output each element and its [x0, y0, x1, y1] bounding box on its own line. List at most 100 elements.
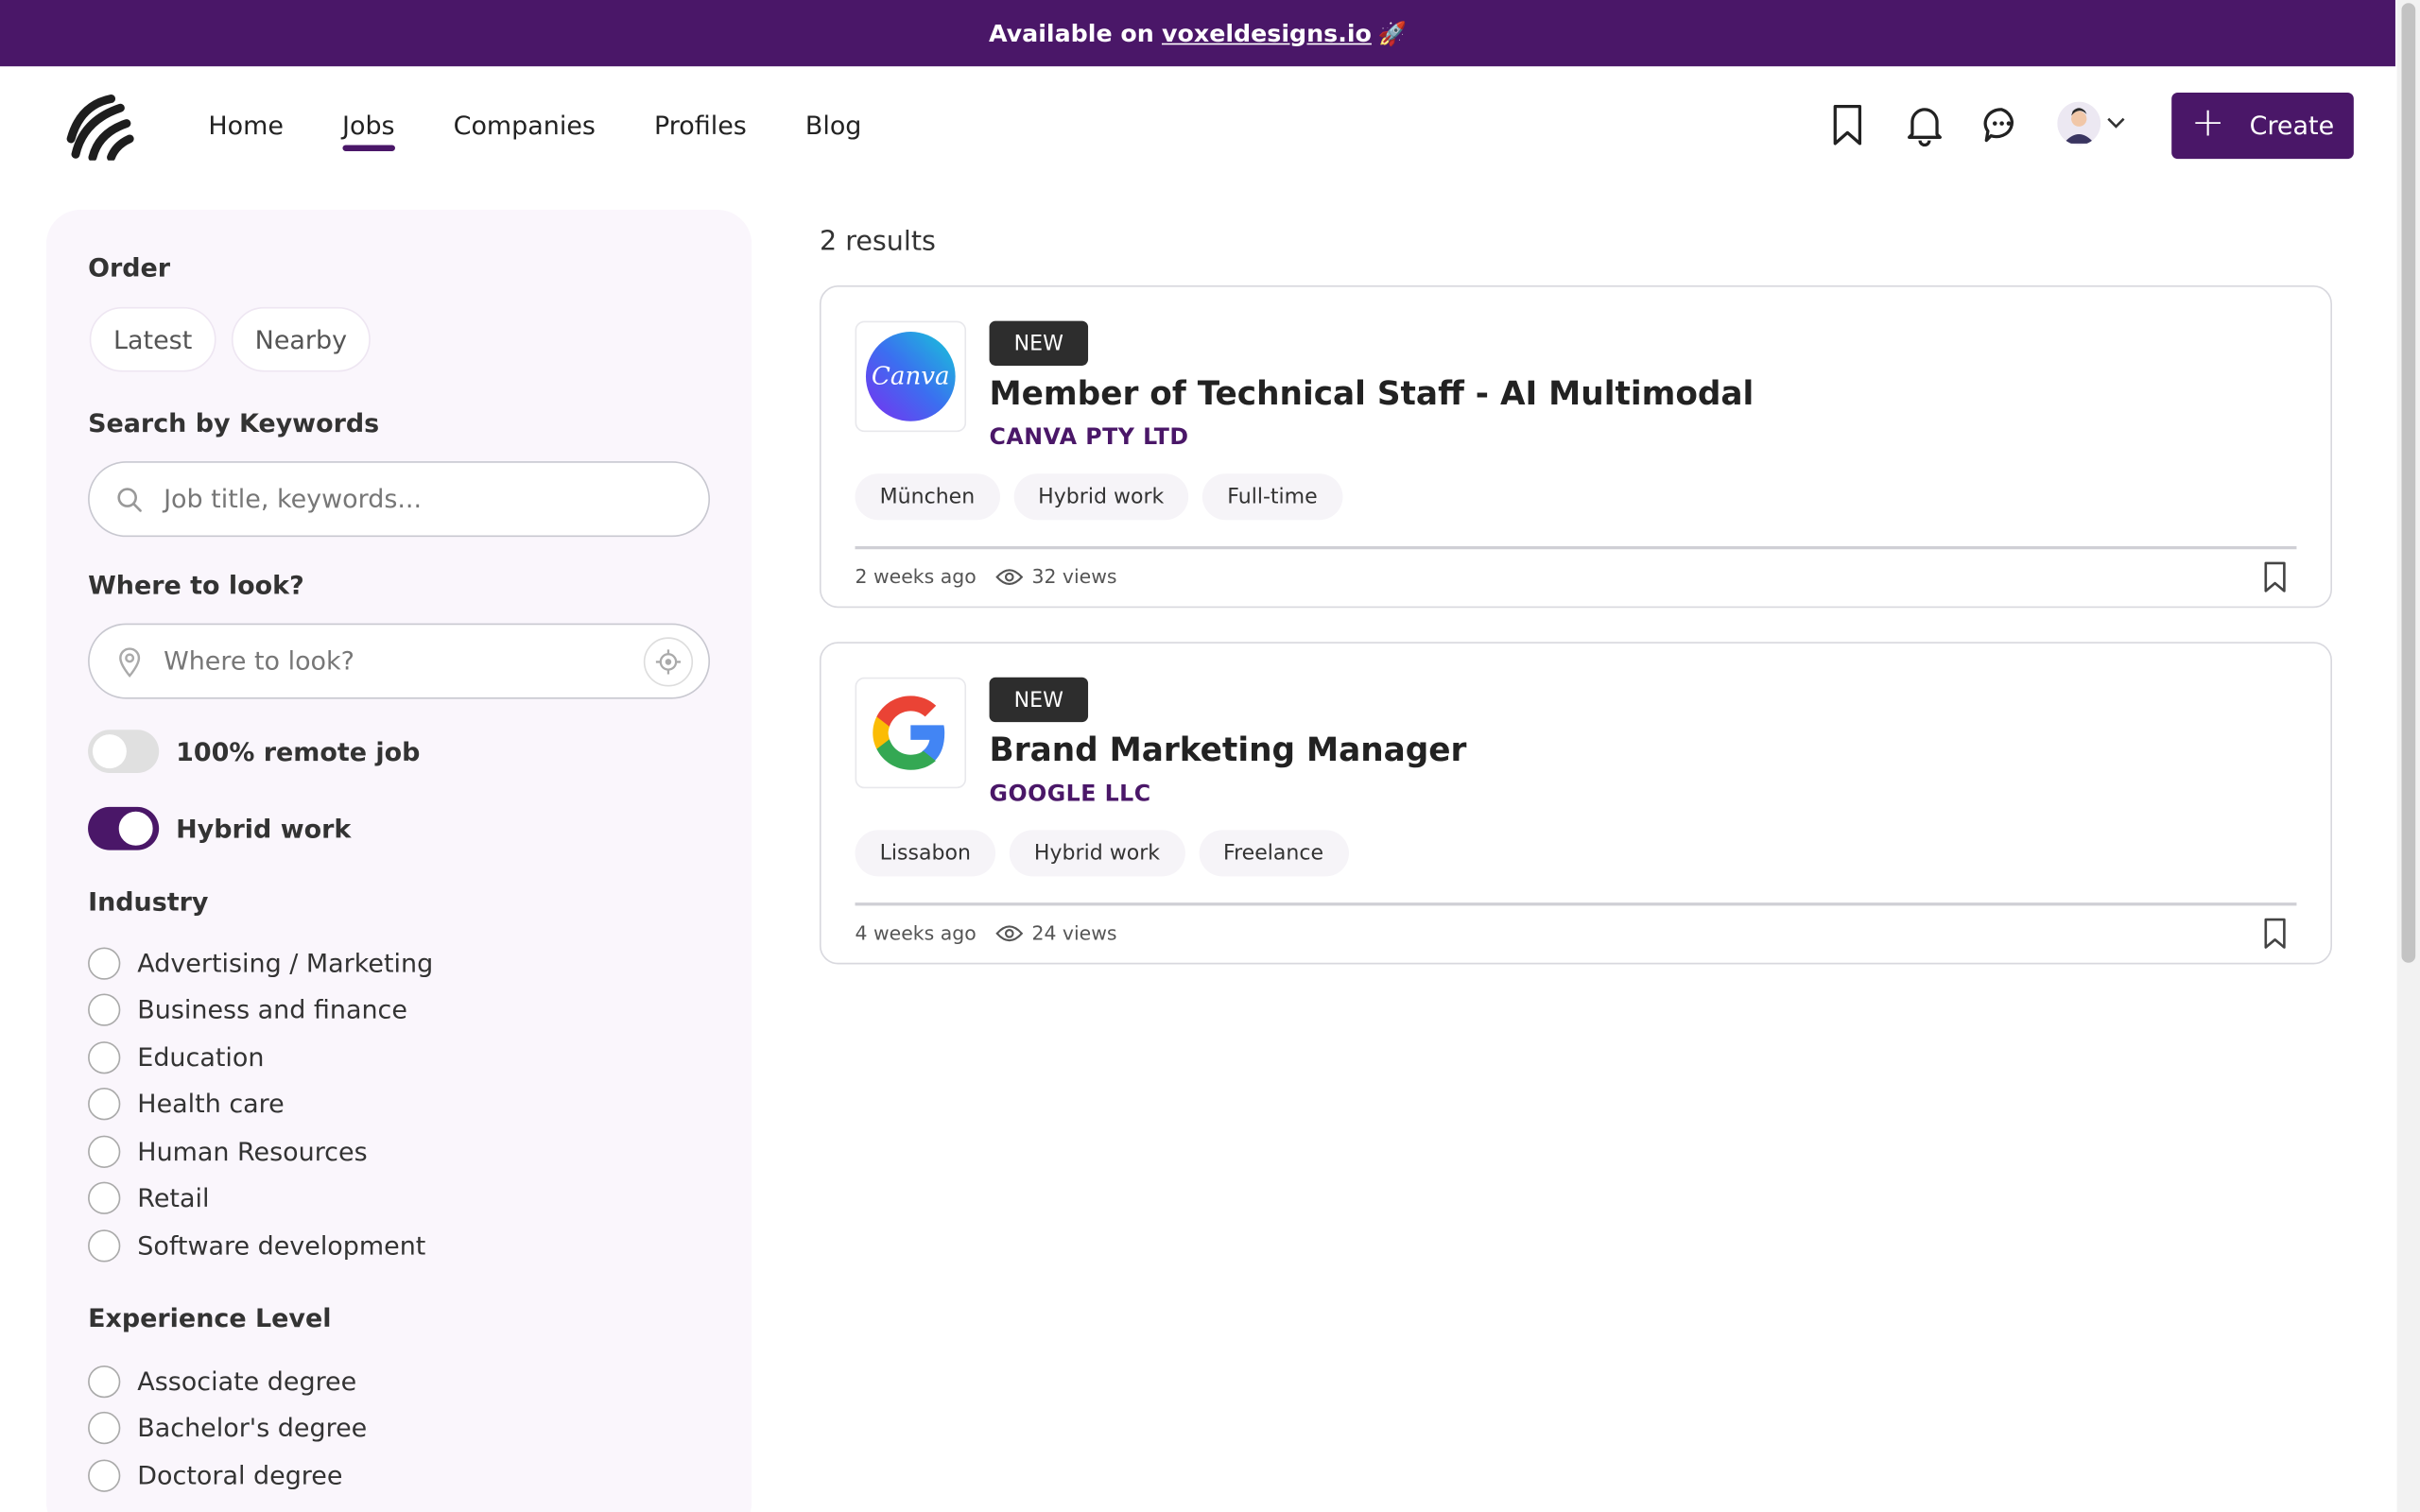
industry-option[interactable]: Advertising / Marketing [88, 939, 433, 987]
location-input[interactable]: Where to look? [88, 623, 711, 699]
bookmark-icon[interactable] [1825, 102, 1869, 148]
industry-label: Business and finance [137, 995, 407, 1025]
tag-contract[interactable]: Freelance [1198, 830, 1349, 877]
experience-option[interactable]: Associate degree [88, 1358, 367, 1405]
card-divider [855, 902, 2297, 905]
industry-label: Advertising / Marketing [137, 948, 434, 978]
industry-option[interactable]: Retail [88, 1175, 433, 1222]
experience-option[interactable]: Doctoral degree [88, 1452, 367, 1499]
posted-time: 4 weeks ago [855, 920, 977, 945]
job-tags: Lissabon Hybrid work Freelance [855, 830, 1349, 877]
page-scrollbar[interactable] [2396, 0, 2420, 1512]
radio-button[interactable] [88, 1412, 121, 1445]
banner-link[interactable]: voxeldesigns.io [1162, 19, 1372, 46]
industry-option[interactable]: Education [88, 1034, 433, 1081]
order-latest[interactable]: Latest [89, 306, 216, 372]
radio-button[interactable] [88, 993, 121, 1027]
experience-list: Associate degree Bachelor's degree Docto… [88, 1358, 367, 1499]
user-menu[interactable] [2057, 101, 2125, 146]
views-count: 32 views [1031, 564, 1117, 589]
company-name[interactable]: GOOGLE LLC [990, 782, 1151, 807]
company-name[interactable]: CANVA PTY LTD [990, 426, 1189, 451]
nav-jobs[interactable]: Jobs [342, 108, 395, 152]
chat-icon[interactable] [1980, 102, 2024, 148]
industry-option[interactable]: Software development [88, 1222, 433, 1269]
tag-contract[interactable]: Full-time [1202, 473, 1342, 521]
header-actions [1825, 102, 2023, 148]
eye-icon [994, 924, 1023, 941]
experience-label: Bachelor's degree [137, 1413, 368, 1443]
job-card[interactable]: Canva NEW Member of Technical Staff - AI… [819, 285, 2333, 609]
nav-home[interactable]: Home [208, 108, 284, 147]
keywords-placeholder: Job title, keywords... [164, 484, 423, 514]
create-label: Create [2249, 111, 2335, 141]
location-placeholder: Where to look? [164, 646, 354, 677]
google-logo-icon [873, 696, 945, 770]
eye-icon [994, 568, 1023, 585]
radio-button[interactable] [88, 1365, 121, 1398]
remote-label: 100% remote job [176, 736, 421, 766]
nav-profiles[interactable]: Profiles [654, 108, 747, 147]
banner-text: Available on [988, 19, 1154, 47]
results-count: 2 results [819, 227, 936, 258]
remote-toggle[interactable] [88, 730, 160, 773]
card-divider [855, 545, 2297, 549]
chevron-down-icon [2107, 117, 2125, 129]
tag-work-mode[interactable]: Hybrid work [1013, 473, 1189, 521]
job-tags: München Hybrid work Full-time [855, 473, 1342, 521]
industry-label: Education [137, 1042, 265, 1073]
bell-icon[interactable] [1903, 102, 1946, 148]
views-count: 24 views [1031, 920, 1117, 945]
views: 32 views [994, 564, 1117, 589]
industry-title: Industry [88, 886, 209, 917]
keywords-title: Search by Keywords [88, 408, 380, 438]
views: 24 views [994, 920, 1117, 945]
radio-button[interactable] [88, 1088, 121, 1121]
create-button[interactable]: + Create [2171, 92, 2354, 160]
save-job-icon[interactable] [2259, 917, 2290, 951]
announcement-banner: Available on voxeldesigns.io 🚀 [0, 0, 2395, 67]
radio-button[interactable] [88, 1135, 121, 1168]
job-card[interactable]: NEW Brand Marketing Manager GOOGLE LLC L… [819, 642, 2333, 965]
save-job-icon[interactable] [2259, 560, 2290, 594]
job-title[interactable]: Brand Marketing Manager [990, 731, 1467, 768]
experience-title: Experience Level [88, 1303, 332, 1333]
order-nearby[interactable]: Nearby [231, 306, 371, 372]
site-logo[interactable] [65, 93, 136, 161]
nav-blog[interactable]: Blog [805, 108, 862, 147]
company-logo: Canva [855, 320, 967, 433]
scrollbar-thumb[interactable] [2401, 3, 2416, 963]
tag-location[interactable]: Lissabon [855, 830, 996, 877]
main-nav: Home Jobs Companies Profiles Blog [208, 108, 862, 152]
hybrid-toggle-row: Hybrid work [88, 806, 351, 850]
keywords-input[interactable]: Job title, keywords... [88, 461, 711, 538]
nav-companies[interactable]: Companies [454, 108, 596, 147]
experience-option[interactable]: Bachelor's degree [88, 1405, 367, 1452]
new-badge: NEW [989, 677, 1089, 723]
tag-work-mode[interactable]: Hybrid work [1009, 830, 1185, 877]
tag-location[interactable]: München [855, 473, 1000, 521]
radio-button[interactable] [88, 1228, 121, 1263]
job-title[interactable]: Member of Technical Staff - AI Multimoda… [990, 375, 1754, 412]
industry-list: Advertising / Marketing Business and fin… [88, 939, 433, 1269]
plus-icon: + [2190, 100, 2225, 147]
industry-option[interactable]: Human Resources [88, 1128, 433, 1176]
job-meta: 4 weeks ago 24 views [856, 921, 1117, 944]
industry-label: Retail [137, 1183, 210, 1213]
industry-label: Software development [137, 1230, 426, 1261]
radio-button[interactable] [88, 1040, 121, 1074]
new-badge: NEW [989, 320, 1089, 366]
hybrid-toggle[interactable] [88, 806, 160, 850]
radio-button[interactable] [88, 947, 121, 980]
industry-option[interactable]: Business and finance [88, 987, 433, 1034]
search-icon [114, 484, 146, 515]
industry-label: Human Resources [137, 1136, 368, 1166]
remote-toggle-row: 100% remote job [88, 730, 420, 773]
industry-option[interactable]: Health care [88, 1081, 433, 1128]
radio-button[interactable] [88, 1182, 121, 1215]
order-title: Order [88, 252, 171, 283]
locate-me-button[interactable] [643, 637, 694, 687]
radio-button[interactable] [88, 1459, 121, 1492]
rocket-icon: 🚀 [1377, 19, 1407, 47]
canva-logo-text: Canva [872, 363, 950, 391]
